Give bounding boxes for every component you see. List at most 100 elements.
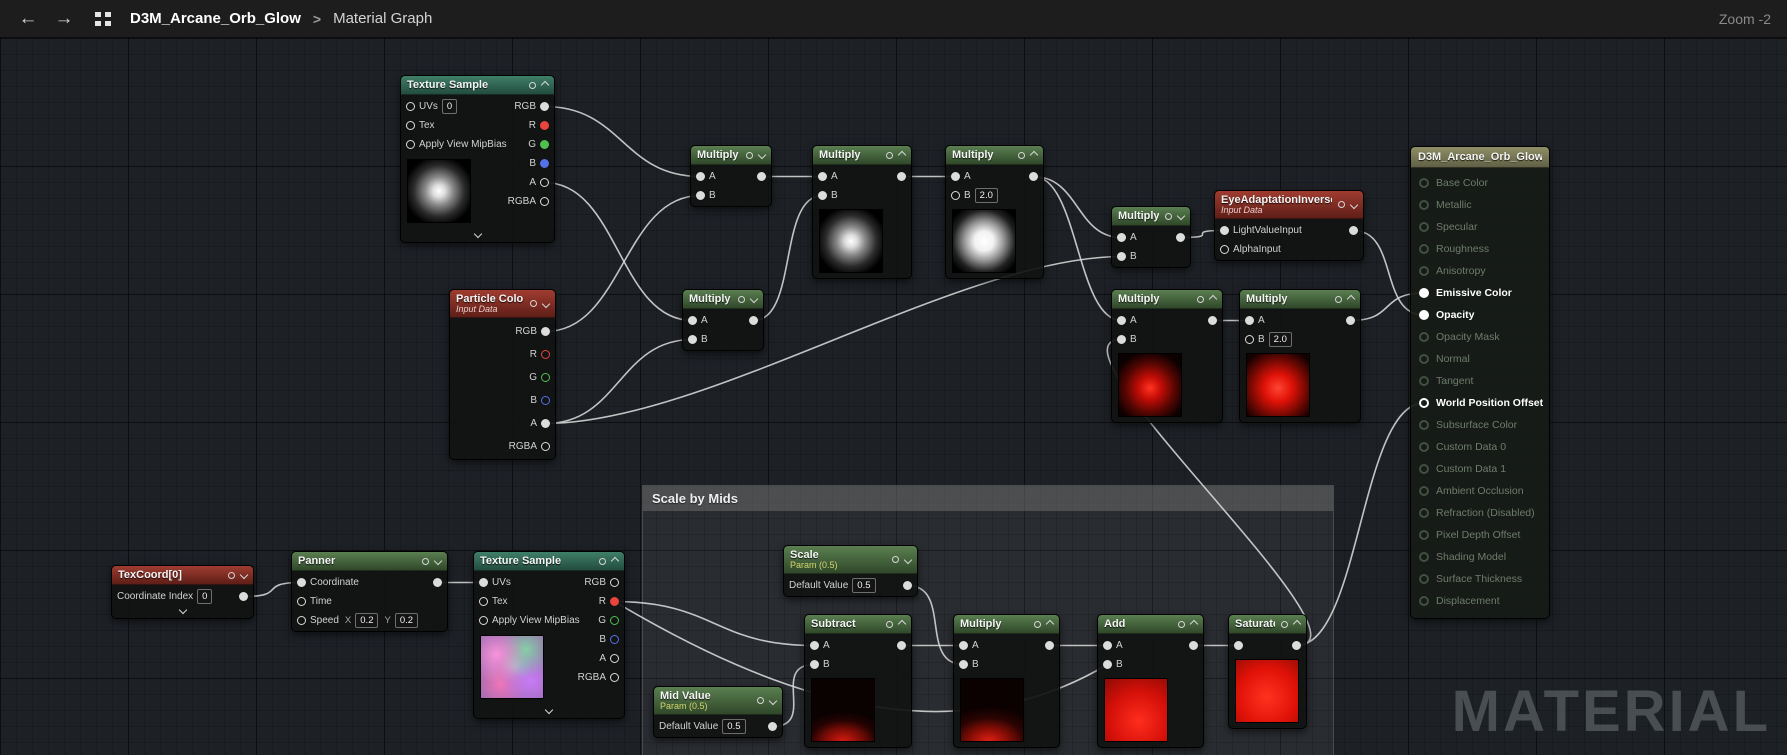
- input-pin-mip[interactable]: [406, 140, 415, 149]
- collapse-chevron-icon[interactable]: [769, 696, 777, 704]
- pin-ring[interactable]: [1419, 310, 1429, 320]
- collapse-chevron-icon[interactable]: [1030, 151, 1038, 159]
- pin-ring[interactable]: [1419, 266, 1429, 276]
- value-box[interactable]: 0.5: [722, 719, 745, 734]
- node-multc[interactable]: MultiplyAB2.0: [945, 145, 1044, 279]
- pin-ring[interactable]: [1419, 332, 1429, 342]
- settings-icon[interactable]: [1335, 296, 1342, 303]
- collapse-chevron-icon[interactable]: [898, 151, 906, 159]
- comment-title[interactable]: Scale by Mids: [643, 486, 1333, 511]
- output-pin-out[interactable]: [433, 578, 442, 587]
- input-pin-b[interactable]: [810, 660, 819, 669]
- settings-icon[interactable]: [738, 296, 745, 303]
- node-multf[interactable]: MultiplyAB2.0: [1239, 289, 1361, 423]
- material-pin-basecolor[interactable]: Base Color: [1411, 172, 1549, 194]
- node-panner[interactable]: PannerCoordinateTimeSpeedX0.2Y0.2: [291, 551, 448, 632]
- material-pin-customdata0[interactable]: Custom Data 0: [1411, 436, 1549, 458]
- output-pin-out[interactable]: [1346, 316, 1355, 325]
- pin-ring[interactable]: [1419, 508, 1429, 518]
- output-pin-out[interactable]: [1208, 316, 1217, 325]
- pin-ring[interactable]: [1419, 222, 1429, 232]
- material-pin-roughness[interactable]: Roughness: [1411, 238, 1549, 260]
- input-pin-b[interactable]: [959, 660, 968, 669]
- output-pin-out[interactable]: [1189, 641, 1198, 650]
- input-pin-a[interactable]: [951, 172, 960, 181]
- collapse-chevron-icon[interactable]: [541, 81, 549, 89]
- settings-icon[interactable]: [1338, 201, 1345, 208]
- output-pin-out[interactable]: [757, 172, 766, 181]
- output-pin-out[interactable]: [897, 641, 906, 650]
- input-pin-b[interactable]: [1103, 660, 1112, 669]
- pin-ring[interactable]: [1419, 354, 1429, 364]
- output-pin-out[interactable]: [749, 316, 758, 325]
- output-pin-out[interactable]: [903, 581, 912, 590]
- node-multe[interactable]: MultiplyAB: [1111, 289, 1223, 423]
- collapse-chevron-icon[interactable]: [434, 557, 442, 565]
- material-pin-tangent[interactable]: Tangent: [1411, 370, 1549, 392]
- output-pin-rgb[interactable]: [540, 102, 549, 111]
- settings-icon[interactable]: [746, 152, 753, 159]
- material-pin-opacity[interactable]: Opacity: [1411, 304, 1549, 326]
- pin-ring[interactable]: [1419, 552, 1429, 562]
- value-box[interactable]: 0: [442, 99, 457, 114]
- output-pin-rgba[interactable]: [610, 673, 619, 682]
- material-pin-worldpositionoffset[interactable]: World Position Offset: [1411, 392, 1549, 414]
- node-multb[interactable]: MultiplyAB: [812, 145, 912, 279]
- forward-button[interactable]: →: [52, 8, 76, 30]
- settings-icon[interactable]: [892, 556, 899, 563]
- settings-icon[interactable]: [1018, 152, 1025, 159]
- node-subtract[interactable]: SubtractAB: [804, 614, 912, 748]
- input-pin-a[interactable]: [1103, 641, 1112, 650]
- material-graph-icon[interactable]: [94, 10, 112, 28]
- settings-icon[interactable]: [228, 572, 235, 579]
- value-box[interactable]: 2.0: [975, 188, 998, 203]
- output-pin-rgb[interactable]: [610, 578, 619, 587]
- settings-icon[interactable]: [1197, 296, 1204, 303]
- expand-chevron-icon[interactable]: [178, 606, 186, 614]
- settings-icon[interactable]: [757, 697, 764, 704]
- material-pin-emissivecolor[interactable]: Emissive Color: [1411, 282, 1549, 304]
- input-pin-b[interactable]: [1245, 335, 1254, 344]
- input-pin-a[interactable]: [818, 172, 827, 181]
- material-pin-ambientocclusion[interactable]: Ambient Occlusion: [1411, 480, 1549, 502]
- input-pin-b[interactable]: [818, 191, 827, 200]
- input-pin-uvs[interactable]: [406, 102, 415, 111]
- back-button[interactable]: ←: [16, 8, 40, 30]
- output-pin-out[interactable]: [768, 722, 777, 731]
- pin-ring[interactable]: [1419, 398, 1429, 408]
- node-add[interactable]: AddAB: [1097, 614, 1204, 748]
- input-pin-tex[interactable]: [479, 597, 488, 606]
- node-multa[interactable]: MultiplyAB: [690, 145, 772, 207]
- output-pin-b[interactable]: [540, 159, 549, 168]
- node-ts2[interactable]: Texture SampleUVsTexApply View MipBiasRG…: [473, 551, 625, 719]
- pin-ring[interactable]: [1419, 376, 1429, 386]
- settings-icon[interactable]: [530, 300, 537, 307]
- value-box[interactable]: 0.2: [355, 613, 378, 628]
- collapse-chevron-icon[interactable]: [898, 620, 906, 628]
- output-pin-out[interactable]: [1176, 233, 1185, 242]
- node-mid[interactable]: Mid ValueParam (0.5)Default Value0.5: [653, 686, 783, 738]
- input-pin-tex[interactable]: [406, 121, 415, 130]
- material-pin-metallic[interactable]: Metallic: [1411, 194, 1549, 216]
- collapse-chevron-icon[interactable]: [1046, 620, 1054, 628]
- output-pin-r[interactable]: [610, 597, 619, 606]
- settings-icon[interactable]: [1281, 621, 1288, 628]
- input-pin-uvs[interactable]: [479, 578, 488, 587]
- collapse-chevron-icon[interactable]: [1177, 212, 1185, 220]
- value-box[interactable]: 2.0: [1269, 332, 1292, 347]
- settings-icon[interactable]: [1034, 621, 1041, 628]
- input-pin-a[interactable]: [1117, 233, 1126, 242]
- output-pin-out[interactable]: [1349, 226, 1358, 235]
- material-pin-customdata1[interactable]: Custom Data 1: [1411, 458, 1549, 480]
- pin-ring[interactable]: [1419, 442, 1429, 452]
- collapse-chevron-icon[interactable]: [758, 151, 766, 159]
- output-pin-rgba[interactable]: [540, 197, 549, 206]
- collapse-chevron-icon[interactable]: [1293, 620, 1301, 628]
- output-pin-out[interactable]: [1292, 641, 1301, 650]
- node-saturate[interactable]: Saturate: [1228, 614, 1307, 729]
- input-pin-a[interactable]: [696, 172, 705, 181]
- material-pin-subsurfacecolor[interactable]: Subsurface Color: [1411, 414, 1549, 436]
- output-pin-r[interactable]: [540, 121, 549, 130]
- collapse-chevron-icon[interactable]: [542, 299, 550, 307]
- pin-ring[interactable]: [1419, 574, 1429, 584]
